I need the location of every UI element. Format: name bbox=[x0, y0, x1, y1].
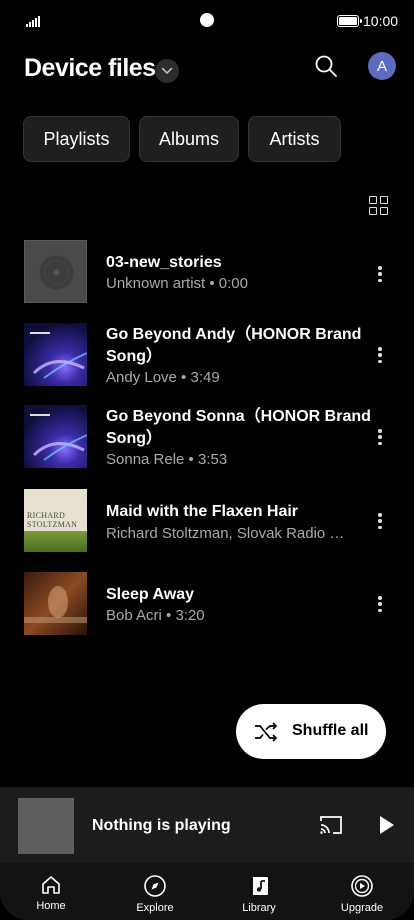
nav-explore[interactable]: Explore bbox=[115, 863, 195, 920]
title-dropdown-button[interactable] bbox=[155, 59, 179, 83]
bottom-nav: Home Explore Library Upgrade bbox=[0, 863, 414, 920]
nav-library[interactable]: Library bbox=[219, 863, 299, 920]
player-thumbnail bbox=[18, 798, 74, 854]
list-item[interactable]: 03-new_stories Unknown artist • 0:00 bbox=[0, 240, 414, 310]
more-options-icon[interactable] bbox=[374, 594, 386, 614]
status-bar: 10:00 bbox=[0, 0, 414, 42]
avatar[interactable]: A bbox=[368, 52, 396, 80]
song-title: Maid with the Flaxen Hair bbox=[106, 503, 299, 520]
player-status: Nothing is playing bbox=[92, 817, 231, 834]
list-item[interactable]: Go Beyond Andy（HONOR Brand Song） Andy Lo… bbox=[0, 323, 414, 393]
battery-icon bbox=[337, 15, 362, 27]
status-time: 10:00 bbox=[363, 13, 399, 29]
list-item[interactable]: RICHARD STOLTZMAN Maid with the Flaxen H… bbox=[0, 489, 414, 559]
song-subtitle: Unknown artist • 0:00 bbox=[106, 275, 248, 292]
album-art-title: RICHARD STOLTZMAN bbox=[27, 511, 78, 529]
home-icon bbox=[42, 876, 60, 894]
nav-label: Home bbox=[36, 900, 66, 912]
nav-home[interactable]: Home bbox=[11, 863, 91, 920]
more-options-icon[interactable] bbox=[374, 264, 386, 284]
list-item[interactable]: Go Beyond Sonna（HONOR Brand Song） Sonna … bbox=[0, 405, 414, 475]
album-art bbox=[24, 240, 87, 303]
page-title: Device files bbox=[24, 54, 156, 82]
more-options-icon[interactable] bbox=[374, 427, 386, 447]
nav-label: Library bbox=[242, 902, 276, 914]
chevron-down-icon bbox=[161, 67, 173, 75]
compass-icon bbox=[144, 875, 166, 897]
search-icon bbox=[315, 55, 337, 77]
front-camera bbox=[200, 13, 214, 27]
more-options-icon[interactable] bbox=[374, 511, 386, 531]
song-subtitle: Bob Acri • 3:20 bbox=[106, 607, 205, 624]
chip-playlists[interactable]: Playlists bbox=[23, 116, 130, 162]
album-art bbox=[24, 405, 87, 468]
chip-artists[interactable]: Artists bbox=[248, 116, 341, 162]
grid-view-icon[interactable] bbox=[369, 196, 389, 216]
shuffle-label: Shuffle all bbox=[292, 722, 369, 739]
mini-player[interactable]: Nothing is playing bbox=[0, 787, 414, 863]
song-title: Go Beyond Sonna（HONOR Brand Song） bbox=[106, 408, 371, 447]
app-screen: 10:00 Device files A Playlists Albums Ar… bbox=[0, 0, 414, 920]
search-button[interactable] bbox=[312, 52, 340, 80]
song-title: 03-new_stories bbox=[106, 254, 222, 271]
signal-icon bbox=[26, 15, 40, 27]
album-art bbox=[24, 323, 87, 386]
shuffle-all-button[interactable]: Shuffle all bbox=[236, 704, 386, 759]
cast-icon[interactable] bbox=[319, 815, 343, 835]
nav-upgrade[interactable]: Upgrade bbox=[322, 863, 402, 920]
shuffle-icon bbox=[255, 722, 278, 742]
song-subtitle: Richard Stoltzman, Slovak Radio … bbox=[106, 525, 345, 542]
list-item[interactable]: Sleep Away Bob Acri • 3:20 bbox=[0, 572, 414, 642]
album-art bbox=[24, 572, 87, 635]
album-art: RICHARD STOLTZMAN bbox=[24, 489, 87, 552]
nav-label: Explore bbox=[136, 902, 174, 914]
upgrade-icon bbox=[351, 875, 373, 897]
song-title: Sleep Away bbox=[106, 586, 195, 603]
chip-albums[interactable]: Albums bbox=[139, 116, 239, 162]
nav-label: Upgrade bbox=[340, 902, 384, 914]
play-icon[interactable] bbox=[380, 816, 394, 834]
song-subtitle: Andy Love • 3:49 bbox=[106, 369, 220, 386]
song-title: Go Beyond Andy（HONOR Brand Song） bbox=[106, 326, 362, 365]
song-subtitle: Sonna Rele • 3:53 bbox=[106, 451, 228, 468]
library-icon bbox=[250, 877, 268, 895]
more-options-icon[interactable] bbox=[374, 345, 386, 365]
